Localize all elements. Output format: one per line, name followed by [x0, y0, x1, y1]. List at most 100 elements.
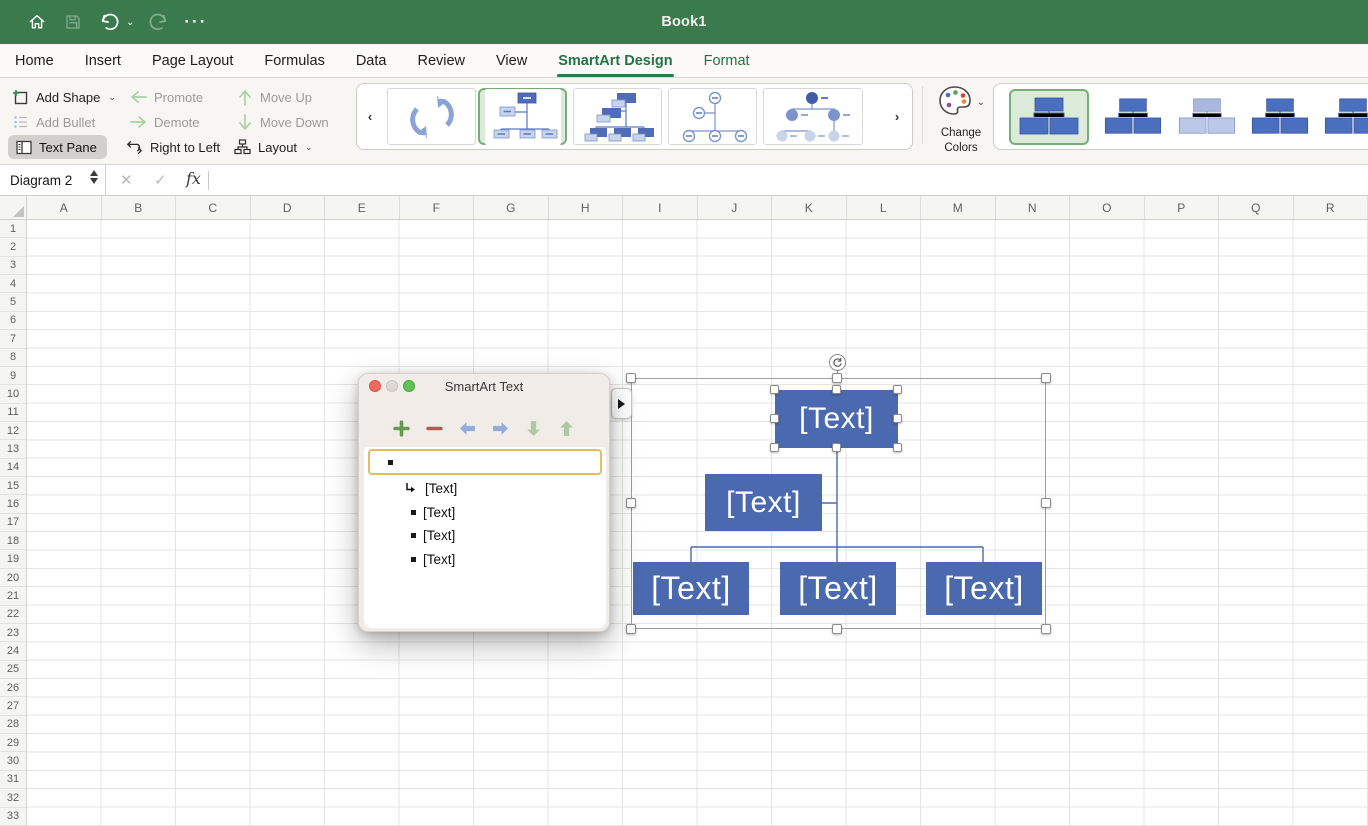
tab-home[interactable]: Home — [14, 46, 55, 76]
smartart-assistant-box[interactable]: [Text] — [705, 474, 822, 531]
row-header-15[interactable]: 15 — [0, 477, 26, 496]
shape-handle-middle-right[interactable] — [893, 414, 902, 423]
row-header-13[interactable]: 13 — [0, 440, 26, 459]
column-header-K[interactable]: K — [772, 196, 847, 219]
column-header-G[interactable]: G — [474, 196, 549, 219]
column-header-R[interactable]: R — [1294, 196, 1368, 219]
gallery-scroll-left-icon[interactable]: ‹ — [357, 84, 383, 149]
text-pane-button[interactable]: Text Pane — [8, 135, 107, 159]
text-pane-entry-4[interactable]: [Text] — [364, 548, 606, 572]
text-pane-active-input[interactable] — [368, 449, 602, 475]
row-header-10[interactable]: 10 — [0, 385, 26, 404]
shape-handle-top-left[interactable] — [770, 385, 779, 394]
row-header-33[interactable]: 33 — [0, 808, 26, 826]
layout-thumb-half-circle-organization-chart[interactable] — [763, 88, 863, 145]
row-header-9[interactable]: 9 — [0, 367, 26, 386]
promote-button[interactable]: Promote — [130, 86, 203, 108]
frame-handle-top-right[interactable] — [1041, 373, 1051, 383]
row-header-4[interactable]: 4 — [0, 275, 26, 294]
move-down-button[interactable]: Move Down — [236, 111, 329, 133]
shape-handle-middle-left[interactable] — [770, 414, 779, 423]
smartart-child-box-2[interactable]: [Text] — [780, 562, 896, 615]
column-header-O[interactable]: O — [1070, 196, 1145, 219]
variant-thumb-1[interactable] — [1009, 89, 1089, 145]
frame-handle-bottom-middle[interactable] — [832, 624, 842, 634]
row-header-24[interactable]: 24 — [0, 642, 26, 661]
move-up-button[interactable]: Move Up — [236, 86, 312, 108]
column-header-L[interactable]: L — [847, 196, 921, 219]
row-header-1[interactable]: 1 — [0, 220, 26, 239]
smartart-top-box[interactable]: [Text] — [775, 390, 898, 448]
variant-thumb-4[interactable] — [1244, 89, 1316, 145]
row-header-32[interactable]: 32 — [0, 789, 26, 808]
frame-handle-top-middle[interactable] — [832, 373, 842, 383]
demote-button[interactable]: Demote — [130, 111, 200, 133]
column-header-J[interactable]: J — [698, 196, 772, 219]
tab-data[interactable]: Data — [355, 46, 388, 76]
variant-thumb-5[interactable] — [1317, 89, 1368, 145]
tab-format[interactable]: Format — [703, 46, 751, 76]
cancel-icon[interactable]: ✕ — [120, 171, 133, 189]
move-down-arrow-icon[interactable] — [523, 418, 544, 439]
add-shape-button[interactable]: Add Shape ⌄ — [12, 86, 116, 108]
row-header-17[interactable]: 17 — [0, 514, 26, 533]
tab-formulas[interactable]: Formulas — [263, 46, 325, 76]
frame-handle-bottom-right[interactable] — [1041, 624, 1051, 634]
text-pane-entry-1[interactable]: [Text] — [364, 477, 606, 501]
shape-handle-top-right[interactable] — [893, 385, 902, 394]
layout-thumb-cycle[interactable] — [387, 88, 476, 145]
name-box-stepper[interactable] — [90, 170, 98, 184]
tab-page-layout[interactable]: Page Layout — [151, 46, 234, 76]
change-colors-button[interactable]: ⌄ Change Colors — [930, 84, 992, 155]
remove-item-icon[interactable] — [424, 418, 445, 439]
smartart-child-box-3[interactable]: [Text] — [926, 562, 1042, 615]
promote-arrow-icon[interactable] — [457, 418, 478, 439]
frame-handle-middle-left[interactable] — [626, 498, 636, 508]
text-pane-entry-2[interactable]: [Text] — [364, 501, 606, 525]
text-pane-toggle-button[interactable] — [611, 388, 632, 419]
row-header-3[interactable]: 3 — [0, 257, 26, 276]
column-header-H[interactable]: H — [549, 196, 623, 219]
rotate-handle-icon[interactable] — [829, 354, 846, 371]
shape-handle-bottom-left[interactable] — [770, 443, 779, 452]
row-header-2[interactable]: 2 — [0, 238, 26, 257]
row-header-20[interactable]: 20 — [0, 569, 26, 588]
add-bullet-button[interactable]: Add Bullet — [12, 111, 95, 133]
column-header-C[interactable]: C — [176, 196, 251, 219]
add-item-icon[interactable] — [391, 418, 412, 439]
row-header-22[interactable]: 22 — [0, 606, 26, 624]
row-header-29[interactable]: 29 — [0, 734, 26, 753]
column-header-N[interactable]: N — [996, 196, 1070, 219]
frame-handle-top-left[interactable] — [626, 373, 636, 383]
row-header-19[interactable]: 19 — [0, 550, 26, 569]
column-header-D[interactable]: D — [251, 196, 325, 219]
tab-review[interactable]: Review — [416, 46, 466, 76]
shape-handle-bottom-middle[interactable] — [832, 443, 841, 452]
column-header-Q[interactable]: Q — [1219, 196, 1294, 219]
column-header-F[interactable]: F — [400, 196, 474, 219]
column-header-E[interactable]: E — [325, 196, 400, 219]
row-header-11[interactable]: 11 — [0, 404, 26, 422]
row-header-12[interactable]: 12 — [0, 422, 26, 441]
layout-thumb-organization-chart[interactable] — [478, 88, 567, 145]
row-header-31[interactable]: 31 — [0, 771, 26, 790]
tab-smartart-design[interactable]: SmartArt Design — [557, 46, 675, 77]
shape-handle-top-middle[interactable] — [832, 385, 841, 394]
smartart-child-box-1[interactable]: [Text] — [633, 562, 749, 615]
row-header-25[interactable]: 25 — [0, 661, 26, 679]
select-all-button[interactable] — [0, 196, 27, 220]
row-header-6[interactable]: 6 — [0, 312, 26, 331]
row-header-30[interactable]: 30 — [0, 752, 26, 771]
frame-handle-middle-right[interactable] — [1041, 498, 1051, 508]
row-header-5[interactable]: 5 — [0, 293, 26, 312]
panel-title-bar[interactable]: SmartArt Text — [359, 374, 609, 398]
row-header-7[interactable]: 7 — [0, 330, 26, 349]
confirm-icon[interactable]: ✓ — [154, 171, 167, 189]
column-header-P[interactable]: P — [1145, 196, 1219, 219]
column-header-B[interactable]: B — [102, 196, 176, 219]
row-header-8[interactable]: 8 — [0, 349, 26, 367]
frame-handle-bottom-left[interactable] — [626, 624, 636, 634]
column-header-M[interactable]: M — [921, 196, 996, 219]
name-box[interactable]: Diagram 2 — [0, 165, 106, 196]
gallery-scroll-right-icon[interactable]: › — [884, 84, 910, 149]
